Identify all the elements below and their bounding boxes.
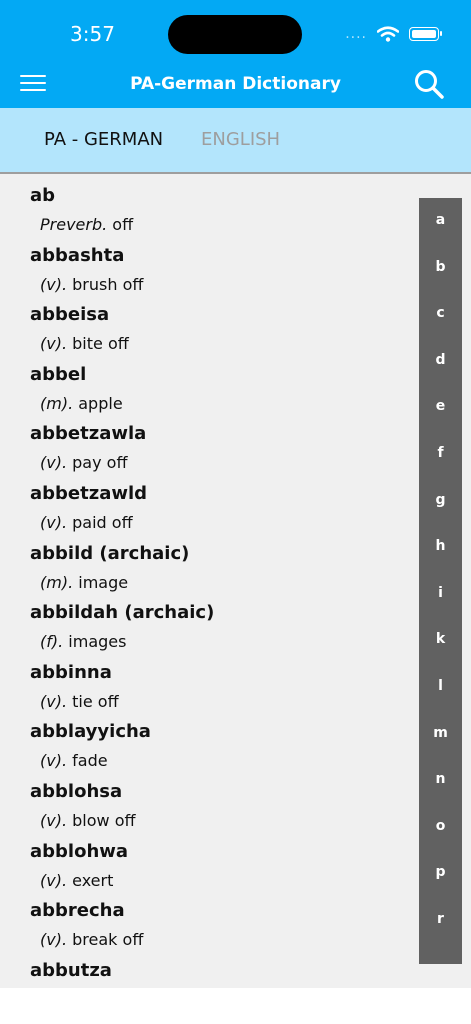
meaning: paid off <box>72 513 133 532</box>
part-of-speech: (v). <box>40 930 68 950</box>
part-of-speech: (v). <box>40 274 68 294</box>
entry-word[interactable]: abbeisa <box>30 304 109 325</box>
index-letter-k[interactable]: k <box>419 631 462 647</box>
signal-dots-icon: .... <box>345 26 367 42</box>
meaning: image <box>78 572 129 592</box>
battery-icon <box>409 27 442 41</box>
part-of-speech: (v). <box>40 691 68 711</box>
index-letter-g[interactable]: g <box>419 492 462 508</box>
entry-word[interactable]: abblayyicha <box>30 721 151 742</box>
meaning: exert <box>72 870 114 890</box>
meaning: bite off <box>72 334 129 354</box>
entry-definition: (v). pay off <box>40 453 127 472</box>
search-icon[interactable] <box>412 67 446 101</box>
entry-definition: (v). exert <box>40 871 113 890</box>
index-letter-r[interactable]: r <box>419 911 462 927</box>
meaning: blow off <box>72 811 136 830</box>
tab-english[interactable]: ENGLISH <box>201 129 280 150</box>
index-letter-o[interactable]: o <box>419 818 462 834</box>
meaning: brush off <box>72 274 144 294</box>
dictionary-list[interactable]: ab Preverb. off abbashta (v). brush off abbe… <box>0 174 471 988</box>
entry-word[interactable]: abbetzawld <box>30 483 147 504</box>
index-letter-c[interactable]: c <box>419 305 462 321</box>
part-of-speech: (m). <box>40 572 74 592</box>
part-of-speech: Preverb. <box>40 215 108 234</box>
index-letter-b[interactable]: b <box>419 259 462 275</box>
part-of-speech: (v). <box>40 513 68 532</box>
index-letter-m[interactable]: m <box>419 725 462 741</box>
entry-definition: (v). blow off <box>40 811 136 830</box>
index-letter-h[interactable]: h <box>419 538 462 554</box>
entry-word[interactable]: abbel <box>30 364 86 385</box>
entry-word[interactable]: abbildah (archaic) <box>30 602 214 623</box>
entry-definition: (v). fade <box>40 751 108 770</box>
index-letter-n[interactable]: n <box>419 771 462 787</box>
index-letter-e[interactable]: e <box>419 398 462 414</box>
part-of-speech: (v). <box>40 751 68 771</box>
part-of-speech: (m). <box>40 393 74 413</box>
entry-definition: (v). tie off <box>40 692 119 711</box>
meaning: fade <box>72 751 108 771</box>
meaning: images <box>68 632 127 652</box>
bottom-area <box>0 988 471 1024</box>
entry-definition: (v). brush off <box>40 275 143 294</box>
entry-word[interactable]: ab <box>30 185 55 206</box>
entry-word[interactable]: abblohwa <box>30 841 128 862</box>
dynamic-island <box>168 15 302 54</box>
tab-pa-german[interactable]: PA - GERMAN <box>44 129 163 150</box>
part-of-speech: (f). <box>40 632 64 652</box>
meaning: pay off <box>72 453 128 473</box>
entry-word[interactable]: abbrecha <box>30 900 125 921</box>
entry-word[interactable]: abbetzawla <box>30 423 146 444</box>
index-letter-l[interactable]: l <box>419 678 462 694</box>
entry-definition: (m). apple <box>40 394 123 413</box>
index-letter-p[interactable]: p <box>419 864 462 880</box>
app-header: 3:57 .... PA-German Dictionary <box>0 0 471 108</box>
meaning: break off <box>72 930 144 950</box>
entry-definition: (v). paid off <box>40 513 133 532</box>
alphabet-index[interactable]: a b c d e f g h i k l m n o p r <box>419 198 462 964</box>
status-time: 3:57 <box>70 22 115 46</box>
entry-definition: (v). bite off <box>40 334 129 353</box>
wifi-icon <box>377 26 399 42</box>
entry-definition: (f). images <box>40 632 126 651</box>
index-letter-f[interactable]: f <box>419 445 462 461</box>
part-of-speech: (v). <box>40 453 68 473</box>
meaning: off <box>112 215 134 234</box>
part-of-speech: (v). <box>40 334 68 354</box>
language-tabs: PA - GERMAN ENGLISH <box>0 108 471 174</box>
meaning: apple <box>78 393 123 413</box>
entry-word[interactable]: abbutza <box>30 960 112 981</box>
entry-definition: (m). image <box>40 573 128 592</box>
entry-word[interactable]: abbinna <box>30 662 112 683</box>
page-title: PA-German Dictionary <box>130 74 341 94</box>
part-of-speech: (v). <box>40 870 68 890</box>
index-letter-d[interactable]: d <box>419 352 462 368</box>
part-of-speech: (v). <box>40 811 68 830</box>
index-letter-a[interactable]: a <box>419 212 462 228</box>
entry-word[interactable]: abbashta <box>30 245 124 266</box>
entry-word[interactable]: abbild (archaic) <box>30 543 189 564</box>
meaning: tie off <box>72 691 119 711</box>
index-letter-i[interactable]: i <box>419 585 462 601</box>
entry-word[interactable]: abblohsa <box>30 781 122 802</box>
entry-definition: Preverb. off <box>40 215 133 234</box>
status-icons: .... <box>345 26 442 42</box>
entry-definition: (v). break off <box>40 930 143 949</box>
